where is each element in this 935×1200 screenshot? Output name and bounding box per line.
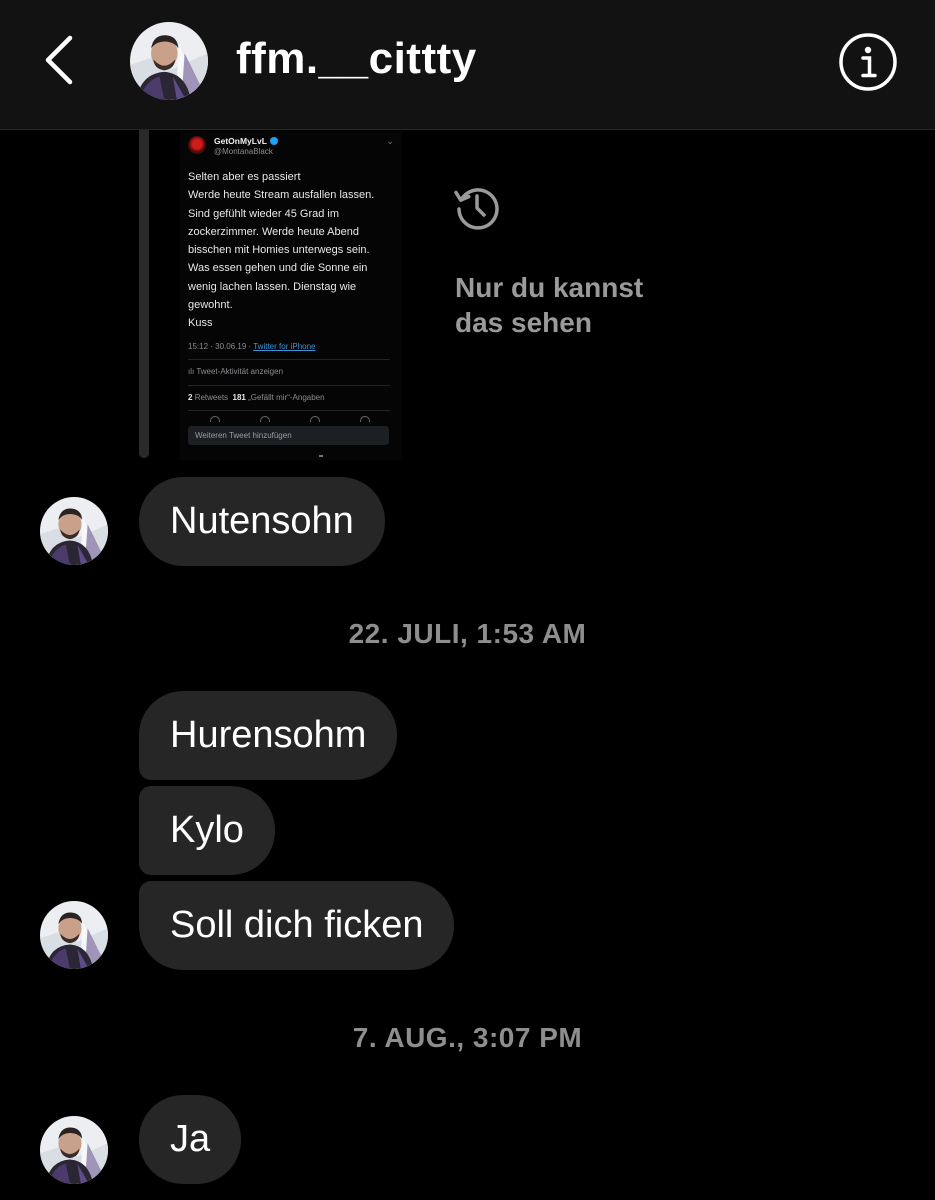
divider	[188, 385, 390, 386]
date-separator: 7. AUG., 3:07 PM	[352, 1022, 583, 1053]
message-bubble[interactable]: Nutensohn	[139, 477, 385, 566]
sender-avatar[interactable]	[40, 497, 108, 565]
tweet-line: zockerzimmer. Werde heute Abend	[188, 225, 359, 238]
message-text: Hurensohm	[170, 714, 367, 756]
tweet-activity-label: Tweet-Aktivität anzeigen	[196, 367, 284, 376]
tweet-line: Werde heute Stream ausfallen lassen.	[188, 189, 375, 202]
tweet-display-name-text: GetOnMyLvL	[214, 136, 267, 146]
tweet-line: Was essen gehen und die Sonne ein	[188, 262, 368, 275]
scroll-indicator	[319, 455, 323, 457]
tweet-time: 15:12 · 30.06.19 ·	[188, 342, 254, 351]
share-icon	[360, 416, 370, 422]
tweet-line: bisschen mit Homies unterwegs sein.	[188, 244, 370, 257]
date-separator: 22. JULI, 1:53 AM	[348, 618, 587, 649]
message-text: Kylo	[170, 809, 244, 851]
message-bubble[interactable]: Soll dich ficken	[139, 881, 455, 970]
tweet-handle: @MontanaBlack	[214, 147, 273, 156]
retweets-count: 2	[188, 393, 193, 402]
tweet-display-name: GetOnMyLvL	[214, 136, 278, 146]
message-text: Nutensohn	[170, 500, 354, 542]
tweet-reply-field: Weiteren Tweet hinzufügen	[188, 426, 389, 445]
message-text: Soll dich ficken	[170, 904, 424, 946]
tweet-header: GetOnMyLvL @MontanaBlack ⌄	[188, 136, 394, 156]
likes-count: 181	[232, 393, 246, 402]
tweet-text: Selten aber es passiert Werde heute Stre…	[188, 168, 400, 333]
history-icon	[452, 182, 502, 232]
tweet-line: Sind gefühlt wieder 45 Grad im	[188, 207, 340, 220]
divider	[188, 359, 390, 360]
message-bubble[interactable]: Ja	[139, 1095, 242, 1184]
tweet-timestamp: 15:12 · 30.06.19 · Twitter for iPhone	[188, 342, 315, 351]
back-button[interactable]	[30, 30, 90, 90]
avatar-image	[40, 901, 108, 969]
tweet-source-link: Twitter for iPhone	[253, 342, 316, 351]
chevron-left-icon	[45, 35, 73, 85]
tweet-line: wenig lachen lassen. Dienstag wie	[188, 280, 357, 293]
tweet-profile-icon	[188, 136, 206, 154]
reply-icon	[210, 416, 220, 422]
info-circle-icon	[839, 33, 897, 91]
chat-title[interactable]: ffm.__cittty	[236, 34, 477, 84]
tweet-line: gewohnt.	[188, 299, 233, 312]
shared-tweet-image[interactable]: GetOnMyLvL @MontanaBlack ⌄ Selten aber e…	[180, 130, 402, 460]
chat-header: ffm.__cittty	[0, 0, 935, 130]
retweets-label: Retweets	[194, 393, 229, 402]
tweet-line: Selten aber es passiert	[188, 171, 301, 183]
shared-media-bar	[139, 130, 149, 458]
message-bubble[interactable]: Hurensohm	[139, 691, 398, 780]
private-notice-text: Nur du kannst das sehen	[455, 272, 644, 338]
avatar-image	[130, 22, 208, 100]
verified-badge-icon	[269, 137, 278, 145]
message-text: Ja	[170, 1118, 211, 1160]
tweet-line: Kuss	[188, 317, 213, 330]
chevron-down-icon: ⌄	[386, 136, 394, 146]
tweet-activity: ılı Tweet-Aktivität anzeigen	[188, 367, 283, 376]
retweet-icon	[260, 416, 270, 422]
divider	[188, 410, 390, 411]
heart-icon	[310, 416, 320, 422]
tweet-stats: 2 Retweets 181 „Gefällt mir“-Angaben	[188, 393, 325, 402]
likes-label: „Gefällt mir“-Angaben	[248, 393, 325, 402]
sender-avatar[interactable]	[40, 1116, 108, 1184]
message-bubble[interactable]: Kylo	[139, 786, 275, 875]
info-button[interactable]	[838, 32, 898, 92]
sender-avatar[interactable]	[40, 901, 108, 969]
avatar-image	[40, 1116, 108, 1184]
avatar-image	[40, 497, 108, 565]
tweet-action-icons	[188, 416, 388, 422]
header-avatar[interactable]	[130, 22, 208, 100]
